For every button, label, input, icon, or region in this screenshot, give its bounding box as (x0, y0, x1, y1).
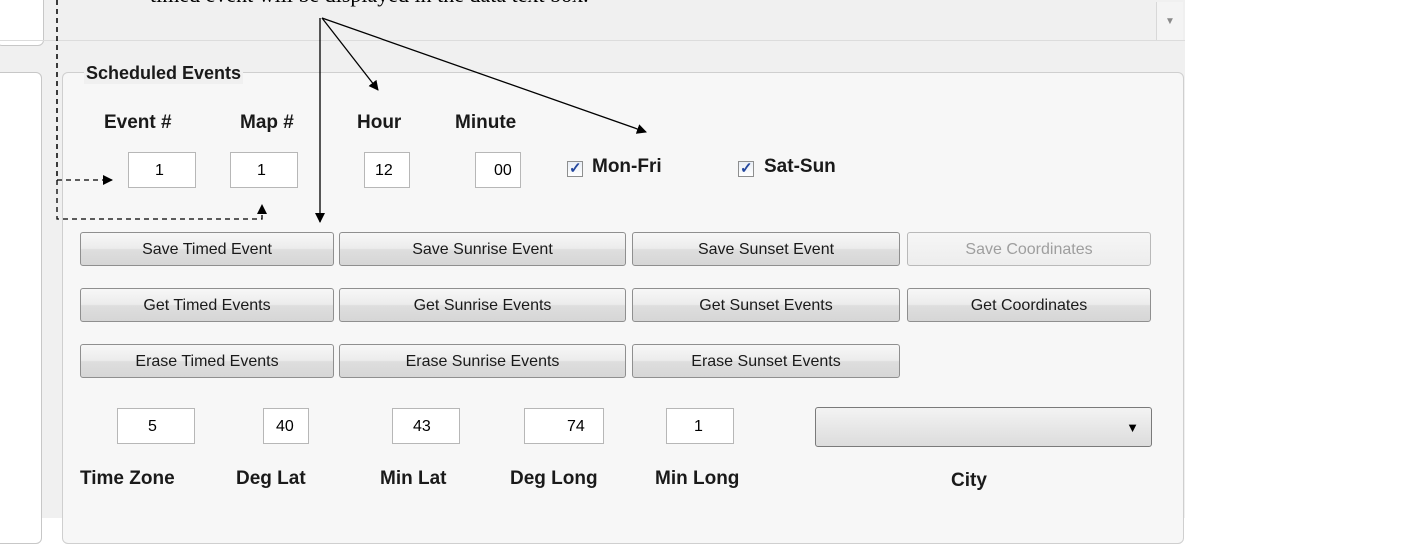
annotation-arrows (56, 0, 647, 223)
